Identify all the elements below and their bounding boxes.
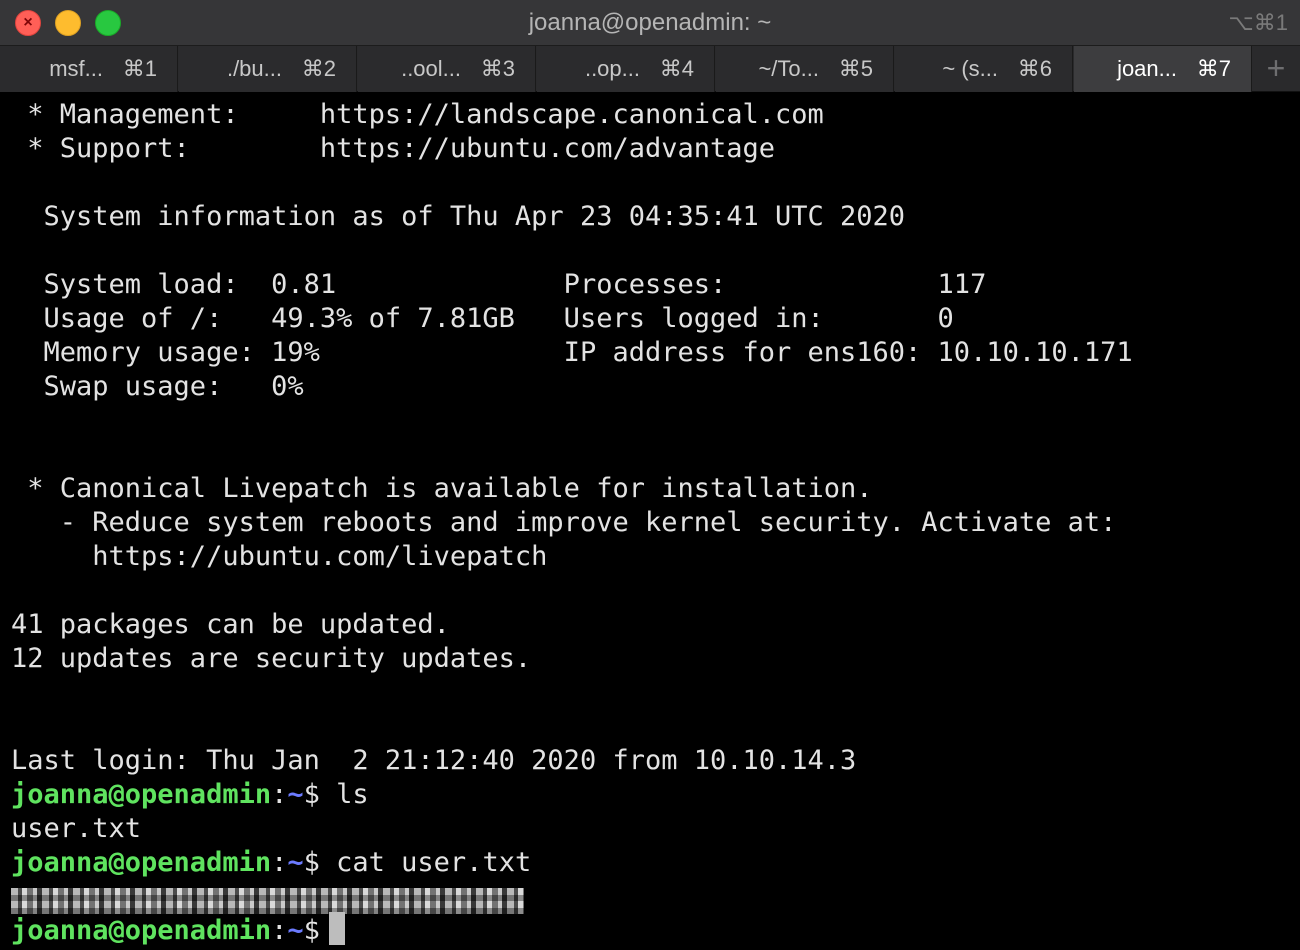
terminal-window: × joanna@openadmin: ~ ⌥⌘1 msf... ⌘1 ./bu… (0, 0, 1300, 950)
prompt-line: joanna@openadmin:~$ cat user.txt (11, 846, 531, 880)
redacted-pixelation (11, 888, 524, 914)
window-title: joanna@openadmin: ~ (528, 9, 772, 36)
tab-3[interactable]: ..ool... ⌘3 (358, 46, 536, 92)
sysinfo-memory: Memory usage: 19% IP address for ens160:… (11, 337, 1133, 368)
command-text: cat user.txt (336, 847, 532, 878)
tab-1[interactable]: msf... ⌘1 (0, 46, 178, 92)
tab-shortcut: ⌘6 (1017, 56, 1052, 81)
tab-shortcut: ⌘4 (659, 56, 694, 81)
prompt-user-host: joanna@openadmin (11, 915, 272, 946)
plus-icon: + (1266, 50, 1286, 86)
tab-label: ~ (s... (942, 56, 998, 81)
prompt-dollar: $ (303, 779, 337, 810)
prompt-path: ~ (287, 779, 304, 810)
ls-output: user.txt (11, 813, 142, 844)
prompt-colon: : (271, 779, 288, 810)
tab-2[interactable]: ./bu... ⌘2 (179, 46, 357, 92)
tab-label: ..op... (584, 56, 640, 81)
tab-label: ~/To... (758, 56, 819, 81)
prompt-colon: : (271, 847, 288, 878)
tab-5[interactable]: ~/To... ⌘5 (716, 46, 894, 92)
window-shortcut: ⌥⌘1 (1228, 10, 1288, 35)
motd-support: * Support: https://ubuntu.com/advantage (11, 133, 776, 164)
tab-4[interactable]: ..op... ⌘4 (537, 46, 715, 92)
prompt-user-host: joanna@openadmin (11, 779, 272, 810)
livepatch-detail: - Reduce system reboots and improve kern… (11, 507, 1117, 538)
tab-shortcut: ⌘7 (1196, 56, 1231, 81)
tab-label: ./bu... (226, 56, 282, 81)
livepatch-url: https://ubuntu.com/livepatch (11, 541, 548, 572)
sysinfo-header: System information as of Thu Apr 23 04:3… (11, 201, 906, 232)
prompt-user-host: joanna@openadmin (11, 847, 272, 878)
tab-shortcut: ⌘5 (838, 56, 873, 81)
tab-label: msf... (49, 56, 103, 81)
terminal-output[interactable]: * Management: https://landscape.canonica… (0, 92, 1300, 950)
title-bar: × joanna@openadmin: ~ ⌥⌘1 (0, 0, 1300, 45)
prompt-path: ~ (287, 847, 304, 878)
tab-bar: msf... ⌘1 ./bu... ⌘2 ..ool... ⌘3 ..op...… (0, 45, 1300, 92)
prompt-path: ~ (287, 915, 304, 946)
sysinfo-swap: Swap usage: 0% (11, 371, 304, 402)
security-updates: 12 updates are security updates. (11, 643, 532, 674)
tab-shortcut: ⌘2 (301, 56, 336, 81)
tab-6[interactable]: ~ (s... ⌘6 (895, 46, 1073, 92)
tab-shortcut: ⌘3 (480, 56, 515, 81)
tab-7-active[interactable]: joan... ⌘7 (1074, 46, 1252, 92)
sysinfo-load: System load: 0.81 Processes: 117 (11, 269, 987, 300)
tab-label: joan... (1117, 56, 1177, 81)
motd-management: * Management: https://landscape.canonica… (11, 99, 824, 130)
livepatch-notice: * Canonical Livepatch is available for i… (11, 473, 873, 504)
last-login: Last login: Thu Jan 2 21:12:40 2020 from… (11, 745, 857, 776)
prompt-colon: : (271, 915, 288, 946)
new-tab-button[interactable]: + (1252, 46, 1300, 92)
packages-update: 41 packages can be updated. (11, 609, 450, 640)
tab-label: ..ool... (401, 56, 461, 81)
prompt-line: joanna@openadmin:~$ ls (11, 778, 369, 812)
prompt-line-current[interactable]: joanna@openadmin:~$ (11, 914, 336, 948)
prompt-dollar: $ (303, 847, 337, 878)
command-text: ls (336, 779, 369, 810)
text-cursor (329, 912, 345, 945)
tab-shortcut: ⌘1 (122, 56, 157, 81)
sysinfo-usage: Usage of /: 49.3% of 7.81GB Users logged… (11, 303, 954, 334)
